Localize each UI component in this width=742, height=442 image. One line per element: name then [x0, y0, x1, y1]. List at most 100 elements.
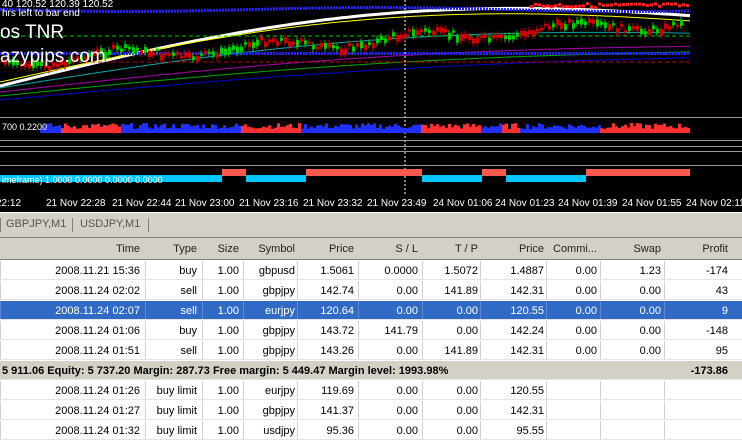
band-dot	[384, 52, 386, 55]
band-dot	[384, 6, 386, 10]
band-dot	[159, 9, 161, 13]
cell-tp: 0.00	[456, 405, 478, 417]
table-row[interactable]: 2008.11.24 01:27 buy limit 1.00 gbpjpy 141.3…	[0, 401, 742, 420]
column-divider	[422, 321, 423, 339]
col-header-time[interactable]: Time	[116, 243, 140, 255]
band-dot	[81, 9, 83, 13]
indicator1-bar	[73, 126, 76, 133]
column-divider	[243, 261, 244, 279]
indicator1-bar	[672, 127, 675, 133]
col-header-tp[interactable]: T / P	[455, 243, 478, 255]
table-row[interactable]: 2008.11.24 01:51 sell 1.00 gbpjpy 143.26 0.00…	[0, 341, 742, 360]
cell-cur-price: 142.31	[510, 345, 544, 357]
band-dot	[336, 6, 338, 10]
candle-body	[524, 31, 527, 38]
indicator1-bar	[220, 127, 223, 133]
band-dot	[360, 52, 362, 55]
indicator1-bar	[502, 124, 505, 133]
band-dot	[459, 52, 461, 55]
tab-separator	[148, 218, 149, 232]
band-dot	[273, 52, 275, 55]
signal-dot	[670, 2, 673, 6]
cell-swap: 0.00	[639, 285, 661, 297]
col-header-swap[interactable]: Swap	[633, 243, 661, 255]
band-dot	[162, 9, 164, 13]
column-divider	[297, 301, 298, 319]
table-row[interactable]: 2008.11.21 15:36 buy 1.00 gbpusd 1.5061 0.000…	[0, 261, 742, 280]
band-dot	[408, 6, 410, 10]
cell-tp: 141.89	[444, 345, 478, 357]
band-dot	[642, 9, 644, 13]
candle-body	[236, 46, 239, 54]
band-dot	[261, 7, 263, 11]
band-dot	[324, 6, 326, 10]
indicator1-bar	[367, 123, 370, 133]
indicator1-bar	[178, 128, 181, 133]
indicator1-bar	[331, 127, 334, 133]
candle-body	[364, 44, 367, 51]
indicator1-bar	[124, 124, 127, 133]
band-dot	[621, 9, 623, 13]
band-dot	[393, 6, 395, 10]
column-divider	[422, 421, 423, 439]
column-divider	[546, 261, 547, 279]
tab-usdjpy[interactable]: USDJPY,M1	[80, 218, 140, 230]
indicator1-bar	[556, 125, 559, 133]
col-header-price[interactable]: Price	[329, 243, 354, 255]
band-dot	[255, 7, 257, 11]
cell-symbol: gbpjpy	[262, 405, 295, 417]
column-divider	[422, 381, 423, 399]
cell-symbol: eurjpy	[265, 385, 295, 397]
band-dot	[300, 52, 302, 55]
cell-tp: 1.5072	[444, 265, 478, 277]
band-dot	[498, 7, 500, 11]
band-dot	[267, 7, 269, 11]
band-dot	[540, 8, 542, 12]
signal-dot	[626, 2, 629, 6]
column-divider	[664, 261, 665, 279]
table-row[interactable]: 2008.11.24 02:02 sell 1.00 gbpjpy 142.74 0.00…	[0, 281, 742, 300]
indicator1-bar	[205, 128, 208, 133]
cell-sl: 0.00	[396, 405, 418, 417]
indicator1-bar	[603, 128, 606, 133]
band-dot	[546, 9, 548, 13]
indicator1-bar	[678, 123, 681, 133]
column-divider	[202, 401, 203, 419]
band-dot	[291, 52, 293, 55]
band-dot	[426, 52, 428, 55]
price-chart[interactable]: 40 120.52 120.39 120.52 hrs left to bar …	[0, 0, 742, 212]
candle-body	[112, 44, 115, 49]
table-row[interactable]: 2008.11.24 02:07 sell 1.00 eurjpy 120.64 0.00…	[0, 301, 742, 320]
tab-gbpjpy[interactable]: GBPJPY,M1	[6, 218, 66, 230]
col-header-commission[interactable]: Commi...	[553, 243, 597, 255]
candle-body	[552, 23, 555, 28]
band-dot	[336, 52, 338, 55]
col-header-type[interactable]: Type	[173, 243, 197, 255]
indicator1-bar	[472, 124, 475, 133]
table-row[interactable]: 2008.11.24 01:26 buy limit 1.00 eurjpy 119.6…	[0, 381, 742, 400]
band-dot	[345, 6, 347, 10]
col-header-profit[interactable]: Profit	[702, 243, 728, 255]
indicator1-bar	[340, 124, 343, 133]
band-dot	[564, 9, 566, 13]
band-dot	[312, 52, 314, 55]
col-header-sl[interactable]: S / L	[395, 243, 418, 255]
col-header-size[interactable]: Size	[218, 243, 239, 255]
col-header-symbol[interactable]: Symbol	[258, 243, 295, 255]
column-divider	[600, 321, 601, 339]
column-divider	[546, 341, 547, 359]
col-header-current-price[interactable]: Price	[519, 243, 544, 255]
table-row[interactable]: 2008.11.24 01:06 buy 1.00 gbpjpy 143.72 141.7…	[0, 321, 742, 340]
candle-body	[420, 29, 423, 33]
cell-symbol: gbpjpy	[262, 325, 295, 337]
column-divider	[243, 301, 244, 319]
column-divider	[600, 261, 601, 279]
table-row[interactable]: 2008.11.24 01:32 buy limit 1.00 usdjpy 95.36…	[0, 421, 742, 440]
indicator1-bar	[388, 125, 391, 133]
indicator1-bar	[568, 124, 571, 133]
signal-dot	[686, 4, 689, 8]
band-dot	[303, 6, 305, 10]
band-dot	[192, 9, 194, 13]
band-dot	[573, 9, 575, 13]
candle-body	[560, 22, 563, 29]
